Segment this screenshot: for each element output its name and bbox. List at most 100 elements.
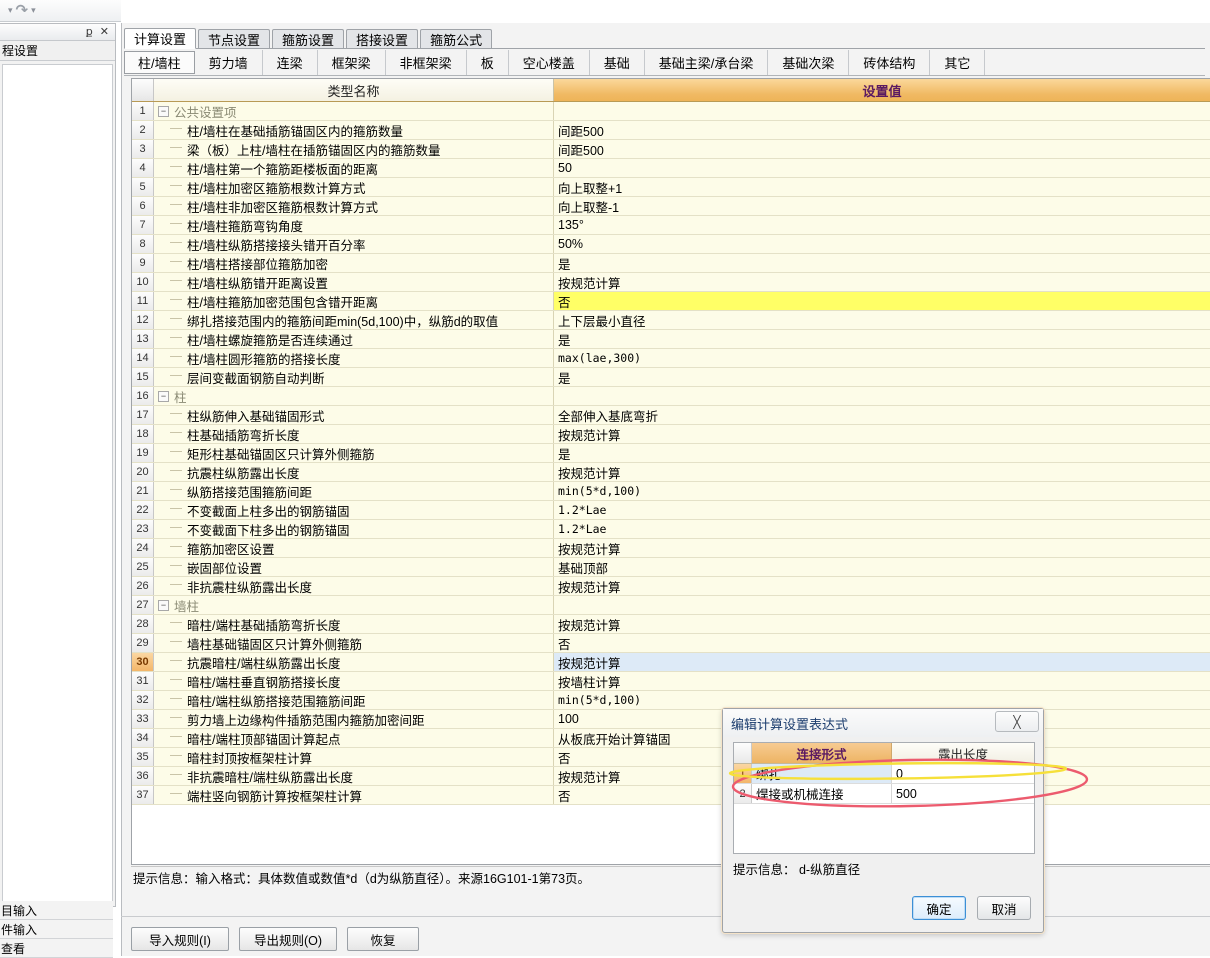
row-number[interactable]: 20 bbox=[132, 463, 154, 481]
table-row[interactable]: 32 暗柱/端柱纵筋搭接范围箍筋间距 min(5*d,100) bbox=[132, 691, 1210, 710]
secondary-tab-3[interactable]: 框架梁 bbox=[318, 50, 386, 75]
row-number[interactable]: 22 bbox=[132, 501, 154, 519]
table-row[interactable]: 4 柱/墙柱第一个箍筋距楼板面的距离 50 bbox=[132, 159, 1210, 178]
table-row[interactable]: 37 端柱竖向钢筋计算按框架柱计算否 bbox=[132, 786, 1210, 805]
table-row[interactable]: 35 暗柱封顶按框架柱计算否 bbox=[132, 748, 1210, 767]
pin-icon[interactable]: ք bbox=[86, 26, 93, 38]
row-number[interactable]: 5 bbox=[132, 178, 154, 196]
table-row[interactable]: 9 柱/墙柱搭接部位箍筋加密 是 bbox=[132, 254, 1210, 273]
secondary-tab-9[interactable]: 基础次梁 bbox=[768, 50, 850, 75]
dialog-connection-type-cell[interactable]: 焊接或机械连接 bbox=[752, 784, 892, 803]
primary-tab-1[interactable]: 节点设置 bbox=[198, 29, 271, 49]
row-type-name-cell[interactable]: 柱/墙柱箍筋加密范围包含错开距离 bbox=[154, 292, 554, 310]
row-number[interactable]: 3 bbox=[132, 140, 154, 158]
row-type-name-cell[interactable]: 柱/墙柱圆形箍筋的搭接长度 bbox=[154, 349, 554, 367]
primary-tab-2[interactable]: 箍筋设置 bbox=[272, 29, 345, 49]
row-number[interactable]: 17 bbox=[132, 406, 154, 424]
row-setting-value-cell[interactable] bbox=[554, 387, 1210, 405]
row-number[interactable]: 21 bbox=[132, 482, 154, 500]
table-row[interactable]: 6 柱/墙柱非加密区箍筋根数计算方式 向上取整-1 bbox=[132, 197, 1210, 216]
table-row[interactable]: 17 柱纵筋伸入基础锚固形式 全部伸入基底弯折 bbox=[132, 406, 1210, 425]
dialog-connection-type-cell[interactable]: 绑扎 bbox=[752, 764, 892, 783]
dialog-col-exposed-length[interactable]: 露出长度 bbox=[892, 743, 1034, 763]
row-setting-value-cell[interactable]: 按规范计算 bbox=[554, 463, 1210, 481]
row-setting-value-cell[interactable]: 全部伸入基底弯折 bbox=[554, 406, 1210, 424]
secondary-tab-4[interactable]: 非框架梁 bbox=[386, 50, 467, 75]
row-number[interactable]: 7 bbox=[132, 216, 154, 234]
row-type-name-cell[interactable]: 非抗震柱纵筋露出长度 bbox=[154, 577, 554, 595]
row-type-name-cell[interactable]: 暗柱/端柱垂直钢筋搭接长度 bbox=[154, 672, 554, 690]
table-row[interactable]: 20 抗震柱纵筋露出长度 按规范计算 bbox=[132, 463, 1210, 482]
dialog-close-button[interactable]: ╳ bbox=[995, 711, 1039, 732]
row-setting-value-cell[interactable]: 按规范计算 bbox=[554, 273, 1210, 291]
restore-button[interactable]: 恢复 bbox=[347, 927, 419, 951]
table-row[interactable]: 11 柱/墙柱箍筋加密范围包含错开距离 否 bbox=[132, 292, 1210, 311]
list-item[interactable]: 目输入 bbox=[0, 901, 113, 920]
table-row[interactable]: 5 柱/墙柱加密区箍筋根数计算方式 向上取整+1 bbox=[132, 178, 1210, 197]
table-row[interactable]: 30 抗震暗柱/端柱纵筋露出长度 按规范计算 bbox=[132, 653, 1210, 672]
row-setting-value-cell[interactable]: 间距500 bbox=[554, 121, 1210, 139]
row-number[interactable]: 6 bbox=[132, 197, 154, 215]
table-row[interactable]: 36 非抗震暗柱/端柱纵筋露出长度 按规范计算 bbox=[132, 767, 1210, 786]
row-setting-value-cell[interactable]: 向上取整-1 bbox=[554, 197, 1210, 215]
table-row[interactable]: 14 柱/墙柱圆形箍筋的搭接长度 max(lae,300) bbox=[132, 349, 1210, 368]
row-setting-value-cell[interactable]: 1.2*Lae bbox=[554, 520, 1210, 538]
row-type-name-cell[interactable]: 暗柱/端柱纵筋搭接范围箍筋间距 bbox=[154, 691, 554, 709]
table-row[interactable]: 12 绑扎搭接范围内的箍筋间距min(5d,100)中，纵筋d的取值 上下层最小直径 bbox=[132, 311, 1210, 330]
row-setting-value-cell[interactable]: 是 bbox=[554, 444, 1210, 462]
row-number[interactable]: 9 bbox=[132, 254, 154, 272]
row-type-name-cell[interactable]: 抗震柱纵筋露出长度 bbox=[154, 463, 554, 481]
row-setting-value-cell[interactable]: 135° bbox=[554, 216, 1210, 234]
row-setting-value-cell[interactable]: 按规范计算 bbox=[554, 425, 1210, 443]
primary-tab-4[interactable]: 箍筋公式 bbox=[420, 29, 493, 49]
row-number[interactable]: 1 bbox=[132, 102, 154, 120]
list-item[interactable]: 件输入 bbox=[0, 920, 113, 939]
dialog-ok-button[interactable]: 确定 bbox=[912, 896, 966, 920]
dialog-col-connection-type[interactable]: 连接形式 bbox=[752, 743, 892, 763]
secondary-tab-7[interactable]: 基础 bbox=[590, 50, 645, 75]
dialog-row-number[interactable]: 2 bbox=[734, 784, 752, 803]
row-number[interactable]: 26 bbox=[132, 577, 154, 595]
row-setting-value-cell[interactable] bbox=[554, 596, 1210, 614]
row-type-name-cell[interactable]: 柱/墙柱在基础插筋锚固区内的箍筋数量 bbox=[154, 121, 554, 139]
row-setting-value-cell[interactable]: 50 bbox=[554, 159, 1210, 177]
row-number[interactable]: 8 bbox=[132, 235, 154, 253]
row-setting-value-cell[interactable]: 按墙柱计算 bbox=[554, 672, 1210, 690]
row-type-name-cell[interactable]: 柱/墙柱箍筋弯钩角度 bbox=[154, 216, 554, 234]
table-row[interactable]: 3 梁（板）上柱/墙柱在插筋锚固区内的箍筋数量 间距500 bbox=[132, 140, 1210, 159]
row-number[interactable]: 37 bbox=[132, 786, 154, 804]
table-row[interactable]: 21 纵筋搭接范围箍筋间距 min(5*d,100) bbox=[132, 482, 1210, 501]
row-number[interactable]: 24 bbox=[132, 539, 154, 557]
primary-tab-3[interactable]: 搭接设置 bbox=[346, 29, 419, 49]
table-row[interactable]: 16− 柱 bbox=[132, 387, 1210, 406]
dialog-table-row[interactable]: 2 焊接或机械连接 500 bbox=[734, 784, 1034, 804]
table-row[interactable]: 26 非抗震柱纵筋露出长度 按规范计算 bbox=[132, 577, 1210, 596]
row-type-name-cell[interactable]: 柱基础插筋弯折长度 bbox=[154, 425, 554, 443]
row-number[interactable]: 12 bbox=[132, 311, 154, 329]
row-number[interactable]: 29 bbox=[132, 634, 154, 652]
secondary-tab-11[interactable]: 其它 bbox=[930, 50, 986, 75]
row-number[interactable]: 2 bbox=[132, 121, 154, 139]
primary-tab-0[interactable]: 计算设置 bbox=[124, 28, 197, 49]
table-row[interactable]: 23 不变截面下柱多出的钢筋锚固 1.2*Lae bbox=[132, 520, 1210, 539]
table-row[interactable]: 13 柱/墙柱螺旋箍筋是否连续通过 是 bbox=[132, 330, 1210, 349]
row-setting-value-cell[interactable]: 50% bbox=[554, 235, 1210, 253]
table-row[interactable]: 19 矩形柱基础锚固区只计算外侧箍筋 是 bbox=[132, 444, 1210, 463]
dialog-cancel-button[interactable]: 取消 bbox=[977, 896, 1031, 920]
row-number[interactable]: 18 bbox=[132, 425, 154, 443]
secondary-tab-5[interactable]: 板 bbox=[467, 50, 509, 75]
row-number[interactable]: 27 bbox=[132, 596, 154, 614]
row-type-name-cell[interactable]: − 柱 bbox=[154, 387, 554, 405]
row-number[interactable]: 34 bbox=[132, 729, 154, 747]
row-setting-value-cell[interactable]: 是 bbox=[554, 368, 1210, 386]
row-setting-value-cell[interactable]: 1.2*Lae bbox=[554, 501, 1210, 519]
row-type-name-cell[interactable]: 暗柱/端柱基础插筋弯折长度 bbox=[154, 615, 554, 633]
import-rules-button[interactable]: 导入规则(I) bbox=[131, 927, 229, 951]
row-number[interactable]: 11 bbox=[132, 292, 154, 310]
row-type-name-cell[interactable]: 绑扎搭接范围内的箍筋间距min(5d,100)中，纵筋d的取值 bbox=[154, 311, 554, 329]
table-row[interactable]: 2 柱/墙柱在基础插筋锚固区内的箍筋数量 间距500 bbox=[132, 121, 1210, 140]
list-item[interactable]: 查看 bbox=[0, 939, 113, 958]
grid-header-setting-value[interactable]: 设置值 bbox=[554, 79, 1210, 101]
export-rules-button[interactable]: 导出规则(O) bbox=[239, 927, 337, 951]
row-number[interactable]: 4 bbox=[132, 159, 154, 177]
